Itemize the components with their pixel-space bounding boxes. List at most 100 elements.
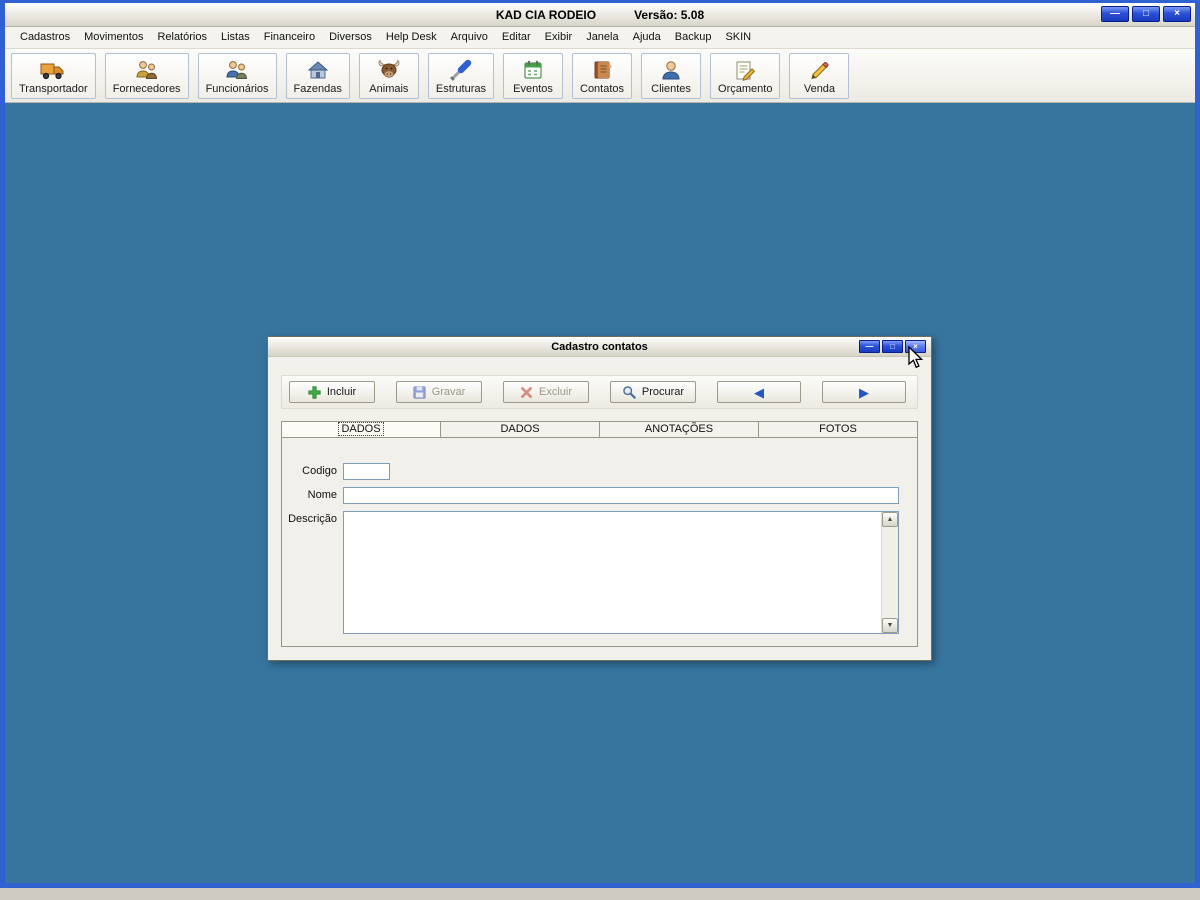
menu-item-ajuda[interactable]: Ajuda [626,27,668,48]
tab-dados-1[interactable]: DADOS [281,421,441,438]
dialog-close-button[interactable]: × [905,340,926,353]
codigo-row: Codigo [282,463,899,480]
nome-row: Nome [282,487,899,504]
excluir-button[interactable]: Excluir [503,381,589,403]
procurar-label: Procurar [641,386,685,398]
previous-record-button[interactable]: ◀ [717,381,801,403]
save-icon [413,385,426,399]
dialog-titlebar: Cadastro contatos — □ × [268,337,931,357]
toolbar-button-label: Funcionários [205,82,269,95]
desktop-strip [0,888,1200,900]
minimize-button[interactable]: — [1101,6,1129,22]
maximize-button[interactable]: □ [1132,6,1160,22]
dialog-maximize-button[interactable]: □ [882,340,903,353]
codigo-input[interactable] [343,463,390,480]
screen: KAD CIA RODEIO Versão: 5.08 — □ × Cadast… [0,0,1200,900]
pencil-icon [807,58,831,82]
menu-item-exibir[interactable]: Exibir [538,27,580,48]
delete-x-icon [521,386,532,398]
people-icon [135,58,159,82]
toolbar-button-fazendas[interactable]: Fazendas [285,52,350,99]
toolbar-button-label: Orçamento [718,82,773,95]
tab-anotacoes[interactable]: ANOTAÇÕES [599,421,759,438]
tab-label: DADOS [338,422,384,436]
next-record-button[interactable]: ▶ [822,381,906,403]
arrow-right-icon: ▶ [859,384,869,400]
tab-fotos[interactable]: FOTOS [758,421,918,438]
menu-item-janela[interactable]: Janela [579,27,625,48]
scroll-down-icon[interactable]: ▼ [882,618,898,633]
client-area: Cadastro contatos — □ × Incluir Gravar E… [5,103,1195,883]
procurar-button[interactable]: Procurar [610,381,696,403]
house-icon [306,58,330,82]
toolbar-button-label: Contatos [580,82,625,95]
toolbar-button-venda[interactable]: Venda [789,52,850,99]
toolbar-button-eventos[interactable]: Eventos [503,52,563,99]
tab-label: FOTOS [819,423,857,435]
menu-item-editar[interactable]: Editar [495,27,538,48]
toolbar-button-transportador[interactable]: Transportador [11,52,96,99]
tab-panel-dados: Codigo Nome Descrição ▲ ▼ [281,438,918,647]
app-window: KAD CIA RODEIO Versão: 5.08 — □ × Cadast… [0,0,1200,888]
toolbar-button-label: Eventos [513,82,553,95]
menu-item-financeiro[interactable]: Financeiro [257,27,322,48]
excluir-label: Excluir [538,386,572,398]
menu-item-backup[interactable]: Backup [668,27,719,48]
toolbar-button-contatos[interactable]: Contatos [572,52,633,99]
search-icon [623,386,636,399]
dialog-minimize-button[interactable]: — [859,340,880,353]
toolbar-button-label: Estruturas [435,82,486,95]
truck-icon [40,58,66,82]
toolbar-button-label: Animais [369,82,409,95]
descricao-textarea[interactable] [344,512,898,633]
menu-item-help-desk[interactable]: Help Desk [379,27,444,48]
toolbar-button-clientes[interactable]: Clientes [641,52,702,99]
scroll-up-icon[interactable]: ▲ [882,512,898,527]
incluir-button[interactable]: Incluir [289,381,375,403]
menu-item-diversos[interactable]: Diversos [322,27,379,48]
gravar-button[interactable]: Gravar [396,381,482,403]
nome-label: Nome [307,489,337,501]
app-version-text: Versão: 5.08 [634,8,705,22]
nome-input[interactable] [343,487,899,504]
tab-label: DADOS [500,423,540,435]
menu-item-relatorios[interactable]: Relatórios [150,27,214,48]
calendar-icon [521,58,545,82]
toolbar-button-label: Clientes [651,82,691,95]
menu-item-arquivo[interactable]: Arquivo [444,27,495,48]
toolbar-button-funcionarios[interactable]: Funcionários [197,52,277,99]
close-button[interactable]: × [1163,6,1191,22]
tab-dados-2[interactable]: DADOS [440,421,600,438]
menubar: Cadastros Movimentos Relatórios Listas F… [5,27,1195,49]
people-icon [225,58,249,82]
gravar-label: Gravar [431,386,466,398]
descricao-scrollbar[interactable]: ▲ ▼ [881,512,898,633]
toolbar-button-animais[interactable]: Animais [358,52,419,99]
address-book-icon [590,58,614,82]
incluir-label: Incluir [326,386,357,398]
menu-item-cadastros[interactable]: Cadastros [13,27,77,48]
dialog-cadastro-contatos: Cadastro contatos — □ × Incluir Gravar E… [267,336,932,661]
menu-item-listas[interactable]: Listas [214,27,257,48]
dialog-toolbar: Incluir Gravar Excluir Procurar ◀ ▶ [281,375,918,409]
toolbar-button-label: Fazendas [293,82,342,95]
screwdriver-icon [449,58,473,82]
codigo-label: Codigo [302,465,337,477]
plus-icon [308,385,321,399]
main-toolbar: Transportador Fornecedores Funcionários … [5,49,1195,103]
tab-label: ANOTAÇÕES [644,423,714,435]
bull-icon [377,58,401,82]
menu-item-movimentos[interactable]: Movimentos [77,27,150,48]
descricao-row: Descrição ▲ ▼ [282,511,899,634]
toolbar-button-label: Venda [803,82,836,95]
toolbar-button-fornecedores[interactable]: Fornecedores [104,52,189,99]
app-title: KAD CIA RODEIO Versão: 5.08 [5,3,1195,27]
toolbar-button-orcamento[interactable]: Orçamento [710,52,781,99]
menu-item-skin[interactable]: SKIN [718,27,758,48]
notepad-pencil-icon [733,58,757,82]
dialog-tabs: DADOS DADOS ANOTAÇÕES FOTOS [281,421,918,438]
descricao-label: Descrição [288,513,337,525]
descricao-field: ▲ ▼ [343,511,899,634]
app-title-text: KAD CIA RODEIO [495,8,597,22]
toolbar-button-estruturas[interactable]: Estruturas [427,52,494,99]
